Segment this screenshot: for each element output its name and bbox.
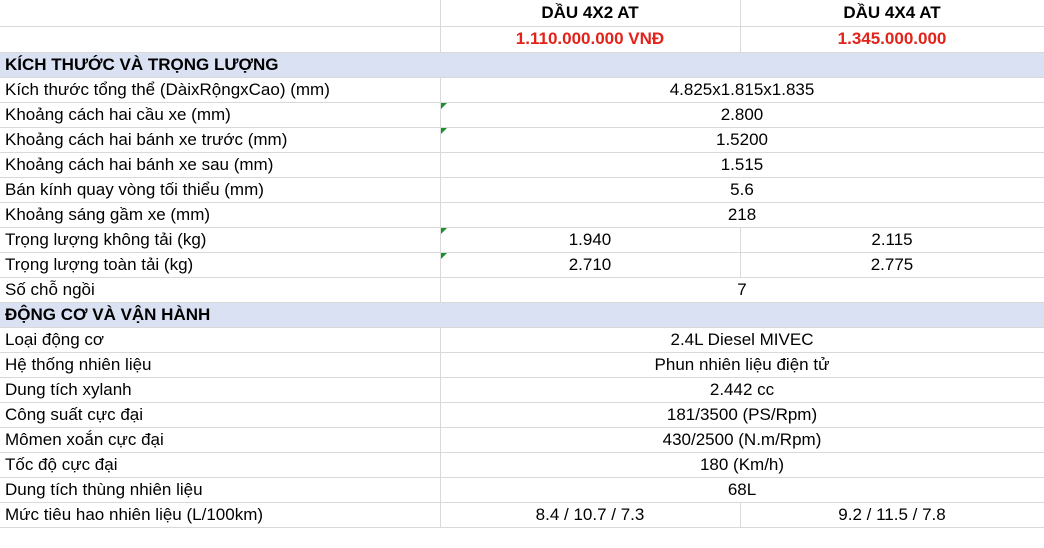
table-row: Mức tiêu hao nhiên liệu (L/100km) 8.4 / … — [0, 502, 1044, 528]
header-row: DẦU 4X2 AT DẦU 4X4 AT — [0, 0, 1044, 27]
price-empty-cell[interactable] — [0, 26, 441, 53]
row-label[interactable]: Trọng lượng không tải (kg) — [0, 227, 441, 253]
row-value[interactable]: 430/2500 (N.m/Rpm) — [440, 427, 1044, 453]
table-row: Khoảng cách hai bánh xe trước (mm) 1.520… — [0, 127, 1044, 153]
row-label[interactable]: Hệ thống nhiên liệu — [0, 352, 441, 378]
row-label[interactable]: Khoảng cách hai cầu xe (mm) — [0, 102, 441, 128]
table-row: Hệ thống nhiên liệu Phun nhiên liệu điện… — [0, 352, 1044, 378]
row-label[interactable]: Loại động cơ — [0, 327, 441, 353]
row-label[interactable]: Bán kính quay vòng tối thiểu (mm) — [0, 177, 441, 203]
row-value[interactable]: 68L — [440, 477, 1044, 503]
table-row: Mômen xoắn cực đại 430/2500 (N.m/Rpm) — [0, 427, 1044, 453]
row-value[interactable]: 1.515 — [440, 152, 1044, 178]
row-value[interactable]: 2.800 — [440, 102, 1044, 128]
table-row: Công suất cực đại 181/3500 (PS/Rpm) — [0, 402, 1044, 428]
row-value[interactable]: 1.5200 — [440, 127, 1044, 153]
row-label[interactable]: Mômen xoắn cực đại — [0, 427, 441, 453]
row-value[interactable]: 4.825x1.815x1.835 — [440, 77, 1044, 103]
row-value[interactable]: 2.442 cc — [440, 377, 1044, 403]
table-row: Dung tích xylanh 2.442 cc — [0, 377, 1044, 403]
row-value-4x4[interactable]: 2.775 — [740, 252, 1044, 278]
section-header-row: ĐỘNG CƠ VÀ VẬN HÀNH — [0, 302, 1044, 328]
table-row: Khoảng cách hai bánh xe sau (mm) 1.515 — [0, 152, 1044, 178]
row-label[interactable]: Công suất cực đại — [0, 402, 441, 428]
header-empty-cell[interactable] — [0, 0, 441, 27]
price-row: 1.110.000.000 VNĐ 1.345.000.000 — [0, 26, 1044, 53]
table-row: Bán kính quay vòng tối thiểu (mm) 5.6 — [0, 177, 1044, 203]
row-label[interactable]: Khoảng cách hai bánh xe sau (mm) — [0, 152, 441, 178]
section-title[interactable]: KÍCH THƯỚC VÀ TRỌNG LƯỢNG — [0, 52, 1044, 78]
table-row: Loại động cơ 2.4L Diesel MIVEC — [0, 327, 1044, 353]
table-row: Khoảng cách hai cầu xe (mm) 2.800 — [0, 102, 1044, 128]
row-label[interactable]: Khoảng cách hai bánh xe trước (mm) — [0, 127, 441, 153]
row-value[interactable]: 181/3500 (PS/Rpm) — [440, 402, 1044, 428]
section-title[interactable]: ĐỘNG CƠ VÀ VẬN HÀNH — [0, 302, 1044, 328]
price-4x2[interactable]: 1.110.000.000 VNĐ — [440, 26, 741, 53]
table-row: Số chỗ ngồi 7 — [0, 277, 1044, 303]
row-value-4x2[interactable]: 2.710 — [440, 252, 741, 278]
table-row: Tốc độ cực đại 180 (Km/h) — [0, 452, 1044, 478]
row-value[interactable]: 2.4L Diesel MIVEC — [440, 327, 1044, 353]
row-label[interactable]: Tốc độ cực đại — [0, 452, 441, 478]
row-value-4x4[interactable]: 2.115 — [740, 227, 1044, 253]
table-row: Trọng lượng toàn tải (kg) 2.710 2.775 — [0, 252, 1044, 278]
row-value[interactable]: 5.6 — [440, 177, 1044, 203]
section-header-row: KÍCH THƯỚC VÀ TRỌNG LƯỢNG — [0, 52, 1044, 78]
row-label[interactable]: Số chỗ ngồi — [0, 277, 441, 303]
row-value[interactable]: Phun nhiên liệu điện tử — [440, 352, 1044, 378]
row-label[interactable]: Khoảng sáng gầm xe (mm) — [0, 202, 441, 228]
row-value[interactable]: 7 — [440, 277, 1044, 303]
table-row: Khoảng sáng gầm xe (mm) 218 — [0, 202, 1044, 228]
header-variant-4x2[interactable]: DẦU 4X2 AT — [440, 0, 741, 27]
price-4x4[interactable]: 1.345.000.000 — [740, 26, 1044, 53]
table-row: Trọng lượng không tải (kg) 1.940 2.115 — [0, 227, 1044, 253]
row-label[interactable]: Kích thước tổng thể (DàixRộngxCao) (mm) — [0, 77, 441, 103]
table-row: Dung tích thùng nhiên liệu 68L — [0, 477, 1044, 503]
row-value[interactable]: 180 (Km/h) — [440, 452, 1044, 478]
row-label[interactable]: Trọng lượng toàn tải (kg) — [0, 252, 441, 278]
spec-table: DẦU 4X2 AT DẦU 4X4 AT 1.110.000.000 VNĐ … — [0, 0, 1044, 528]
row-label[interactable]: Dung tích thùng nhiên liệu — [0, 477, 441, 503]
header-variant-4x4[interactable]: DẦU 4X4 AT — [740, 0, 1044, 27]
row-value[interactable]: 218 — [440, 202, 1044, 228]
row-value-4x2[interactable]: 8.4 / 10.7 / 7.3 — [440, 502, 741, 528]
row-value-4x4[interactable]: 9.2 / 11.5 / 7.8 — [740, 502, 1044, 528]
row-label[interactable]: Dung tích xylanh — [0, 377, 441, 403]
table-row: Kích thước tổng thể (DàixRộngxCao) (mm) … — [0, 77, 1044, 103]
row-value-4x2[interactable]: 1.940 — [440, 227, 741, 253]
row-label[interactable]: Mức tiêu hao nhiên liệu (L/100km) — [0, 502, 441, 528]
